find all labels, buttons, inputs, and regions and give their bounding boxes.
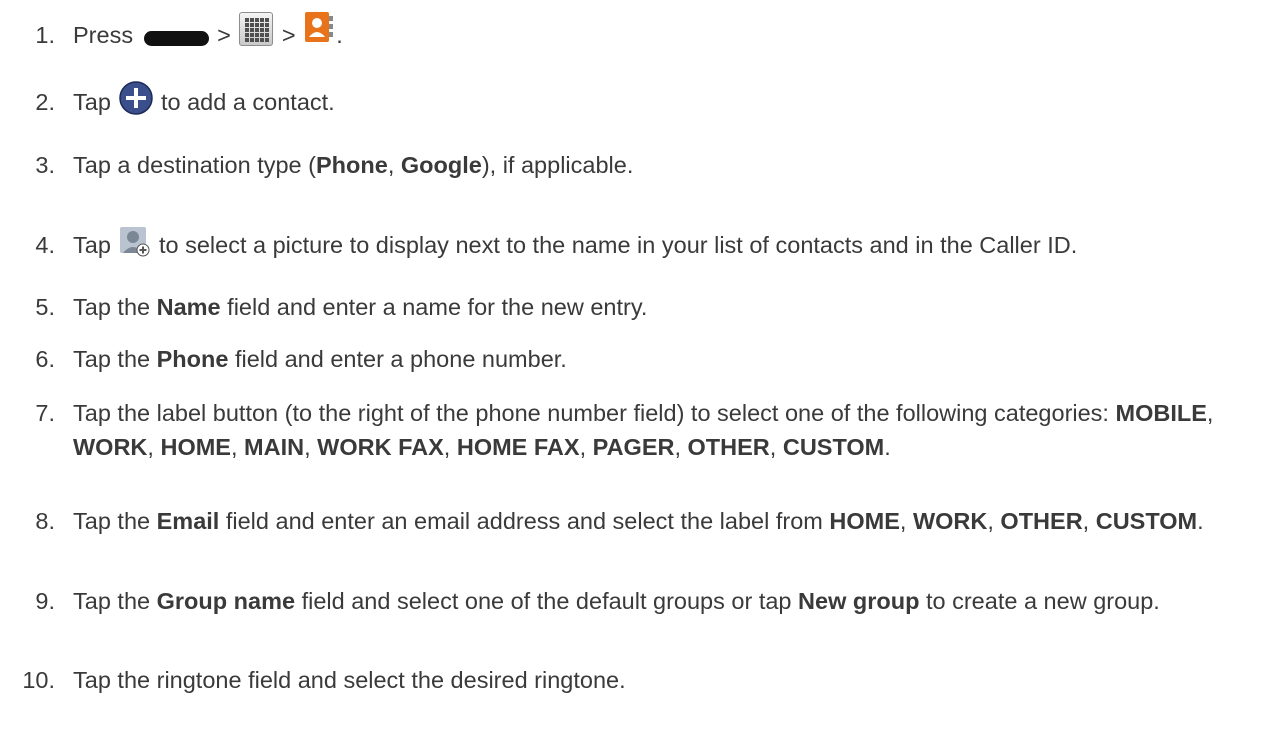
step-number: 2. <box>35 89 55 115</box>
bold-term: Google <box>400 152 482 178</box>
text-run: , <box>769 434 783 460</box>
step-text: Tap the Email field and enter an email a… <box>73 504 1249 538</box>
bold-term: New group <box>798 588 920 614</box>
step-text: Tap the Phone field and enter a phone nu… <box>73 342 1249 376</box>
text-run: , <box>579 434 593 460</box>
bold-term: PAGER <box>592 434 675 460</box>
step-number: 4. <box>35 232 55 258</box>
step-text: Tap the Group name field and select one … <box>73 584 1249 618</box>
bold-term: WORK <box>73 434 148 460</box>
text-run: , <box>443 434 457 460</box>
text-run: Tap the <box>73 508 157 534</box>
step-text: Press > > . <box>73 11 1249 54</box>
bold-term: Phone <box>156 346 229 372</box>
text-run: , <box>987 508 1001 534</box>
contact-photo-icon <box>120 226 150 257</box>
bold-term: Phone <box>316 152 388 178</box>
bold-term: HOME <box>829 508 900 534</box>
step-text: Tap the ringtone field and select the de… <box>73 663 1249 697</box>
step-text: Tap the Name field and enter a name for … <box>73 290 1249 324</box>
text-run: to create a new group. <box>919 588 1160 614</box>
step-text: Tap a destination type (Phone, Google), … <box>73 148 1249 182</box>
text-run: Tap <box>73 232 118 258</box>
bold-term: OTHER <box>687 434 770 460</box>
step-number: 8. <box>35 508 55 534</box>
text-run: . <box>1197 508 1204 534</box>
text-run: Tap the <box>73 588 157 614</box>
text-run: , <box>147 434 161 460</box>
step-text: Tap to select a picture to display next … <box>73 226 1249 262</box>
text-run: , <box>899 508 913 534</box>
text-run: Tap the label button (to the right of th… <box>73 400 1116 426</box>
home-key-icon <box>143 31 209 47</box>
bold-term: Group name <box>156 588 296 614</box>
text-run: Press <box>73 22 140 48</box>
text-run: Tap the <box>73 346 157 372</box>
text-run: field and select one of the default grou… <box>295 588 799 614</box>
text-run: , <box>1082 508 1096 534</box>
text-run: , <box>387 152 401 178</box>
step-number: 6. <box>35 346 55 372</box>
text-run: to add a contact. <box>154 89 335 115</box>
bold-term: MAIN <box>244 434 305 460</box>
bold-term: CUSTOM <box>782 434 885 460</box>
text-run: , <box>304 434 318 460</box>
text-run: field and enter a name for the new entry… <box>220 294 648 320</box>
step-number: 3. <box>35 152 55 178</box>
bold-term: CUSTOM <box>1095 508 1198 534</box>
text-run: , <box>674 434 688 460</box>
text-run: field and enter an email address and sel… <box>219 508 830 534</box>
bold-term: Email <box>156 508 220 534</box>
step-number: 9. <box>35 588 55 614</box>
text-run: Tap a destination type ( <box>73 152 316 178</box>
step-number: 10. <box>22 667 55 693</box>
text-run: Tap the ringtone field and select the de… <box>73 667 626 693</box>
step-number: 1. <box>35 22 55 48</box>
text-run: > <box>275 22 303 48</box>
apps-icon <box>239 11 274 46</box>
text-run: , <box>1206 400 1214 426</box>
text-run: Tap <box>73 89 118 115</box>
text-run: , <box>230 434 245 460</box>
text-run: . <box>884 434 891 460</box>
step-text: Tap the label button (to the right of th… <box>73 396 1249 464</box>
text-run: > <box>210 22 238 48</box>
bold-term: WORK <box>912 508 988 534</box>
text-run: . <box>336 22 343 48</box>
text-run: Tap the <box>73 294 157 320</box>
bold-term: MOBILE <box>1115 400 1207 426</box>
bold-term: HOME FAX <box>456 434 580 460</box>
bold-term: HOME <box>160 434 231 460</box>
bold-term: WORK FAX <box>317 434 444 460</box>
bold-term: Name <box>156 294 221 320</box>
add-contact-icon <box>118 80 154 116</box>
step-number: 5. <box>35 294 55 320</box>
text-run: field and enter a phone number. <box>228 346 567 372</box>
step-number: 7. <box>35 400 55 426</box>
text-run: ), if applicable. <box>481 152 634 178</box>
step-text: Tap to add a contact. <box>73 81 1249 122</box>
contacts-icon <box>304 11 334 43</box>
bold-term: OTHER <box>1000 508 1083 534</box>
text-run: to select a picture to display next to t… <box>152 232 1078 258</box>
